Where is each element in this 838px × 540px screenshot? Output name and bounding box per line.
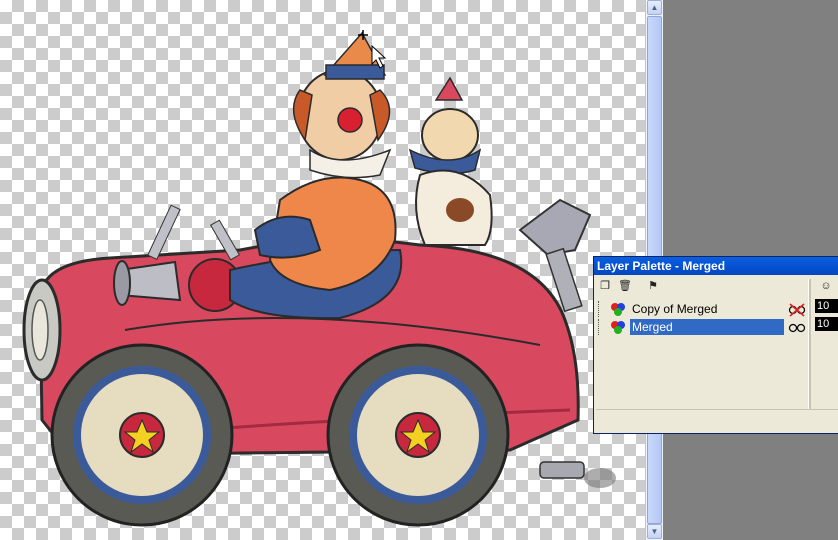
raster-layer-icon bbox=[611, 303, 625, 316]
palette-toolbar: ❐ 🗑 ⚑ bbox=[598, 279, 660, 295]
delete-layer-icon[interactable]: 🗑 bbox=[618, 279, 632, 293]
palette-properties: ☺ 10 10 bbox=[813, 277, 838, 407]
image-canvas[interactable] bbox=[0, 0, 645, 540]
scroll-up-button[interactable]: ▲ bbox=[647, 0, 662, 15]
layer-hidden-icon[interactable] bbox=[788, 301, 806, 317]
clown-car-artwork bbox=[22, 30, 616, 527]
layer-palette[interactable]: Layer Palette - Merged ❐ 🗑 ⚑ Copy of Mer… bbox=[593, 256, 838, 434]
blend-mode-icon[interactable]: ☺ bbox=[819, 279, 833, 293]
opacity-field[interactable]: 10 bbox=[815, 317, 838, 331]
layer-name: Copy of Merged bbox=[632, 302, 718, 316]
scroll-down-button[interactable]: ▼ bbox=[647, 524, 662, 539]
raster-layer-icon bbox=[611, 321, 625, 334]
layer-name: Merged bbox=[630, 319, 784, 335]
palette-title[interactable]: Layer Palette - Merged bbox=[594, 257, 838, 275]
new-layer-icon[interactable]: ❐ bbox=[598, 279, 612, 293]
mask-icon[interactable]: ⚑ bbox=[646, 279, 660, 293]
layer-row-copy-of-merged[interactable]: Copy of Merged bbox=[598, 301, 806, 317]
layer-row-merged[interactable]: Merged bbox=[598, 319, 806, 335]
layer-list: Copy of Merged Merged bbox=[596, 297, 811, 409]
layer-visible-icon[interactable] bbox=[788, 319, 806, 335]
opacity-field[interactable]: 10 bbox=[815, 299, 838, 313]
